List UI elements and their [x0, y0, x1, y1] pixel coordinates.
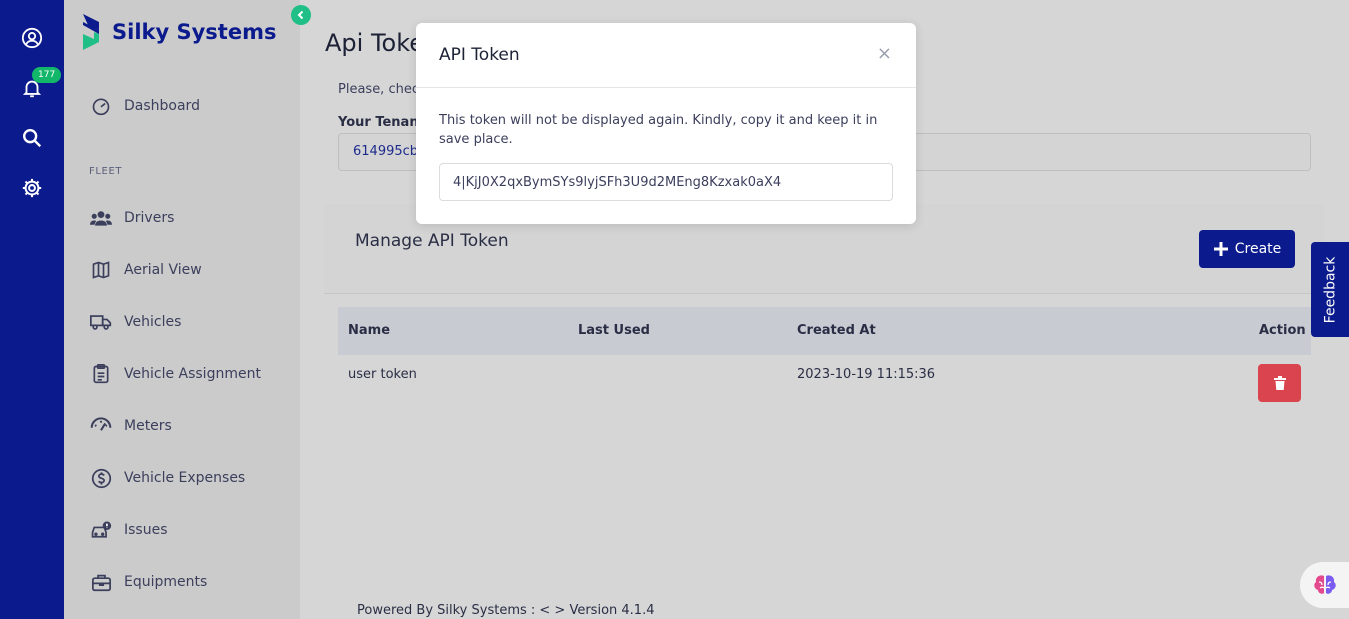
- sidebar-item-label: Vehicles: [124, 314, 182, 330]
- search-icon[interactable]: [20, 126, 44, 150]
- sidebar-item-label: Drivers: [124, 210, 175, 226]
- section-label-fleet: FLEET: [89, 166, 123, 177]
- truck-icon: [90, 311, 112, 333]
- create-button[interactable]: Create: [1199, 230, 1295, 268]
- gauge-icon: [90, 415, 112, 437]
- sidebar-item-label: Equipments: [124, 574, 208, 590]
- assistant-button[interactable]: [1300, 562, 1349, 608]
- car-alert-icon: [90, 519, 112, 541]
- api-token-modal: API Token × This token will not be displ…: [416, 23, 916, 224]
- speedometer-icon: [90, 95, 112, 117]
- token-field[interactable]: [439, 163, 893, 201]
- user-icon[interactable]: [20, 26, 44, 50]
- sidebar-item-vehicle-expenses[interactable]: Vehicle Expenses: [90, 467, 245, 489]
- modal-title: API Token: [439, 45, 520, 65]
- table-row: user token 2023-10-19 11:15:36: [338, 355, 1311, 411]
- create-button-label: Create: [1234, 241, 1282, 257]
- brain-icon: [1314, 575, 1336, 594]
- delete-button[interactable]: [1258, 364, 1301, 402]
- trash-icon: [1273, 376, 1286, 390]
- sidebar-item-issues[interactable]: Issues: [90, 519, 168, 541]
- logo-icon: [83, 14, 99, 50]
- sidebar-item-vehicles[interactable]: Vehicles: [90, 311, 181, 333]
- footer-text: Powered By Silky Systems : < > Version 4…: [357, 603, 655, 618]
- column-header-last-used: Last Used: [578, 323, 650, 338]
- feedback-label: Feedback: [1322, 256, 1339, 323]
- users-icon: [90, 207, 112, 229]
- card-title: Manage API Token: [355, 231, 509, 251]
- clipboard-icon: [90, 363, 112, 385]
- toolbox-icon: [90, 571, 112, 593]
- page-description: Please, check: [338, 82, 427, 97]
- sidebar: Silky Systems Dashboard FLEET Drivers Ae…: [64, 0, 300, 619]
- sidebar-collapse-button[interactable]: [291, 5, 311, 25]
- icon-rail: 177: [0, 0, 64, 619]
- modal-header: API Token ×: [416, 23, 916, 88]
- notification-badge: 177: [32, 67, 62, 83]
- dollar-icon: [90, 467, 112, 489]
- sidebar-item-meters[interactable]: Meters: [90, 415, 172, 437]
- brand[interactable]: Silky Systems: [80, 12, 276, 52]
- plus-icon: [1213, 242, 1228, 256]
- column-header-created-at: Created At: [797, 323, 876, 338]
- table-header: Name Last Used Created At Action: [338, 307, 1311, 355]
- tenant-label: Your Tenant: [338, 115, 425, 130]
- cell-name: user token: [348, 367, 417, 382]
- column-header-action: Action: [1259, 323, 1306, 338]
- sidebar-item-label: Vehicle Expenses: [124, 470, 246, 486]
- sidebar-item-dashboard[interactable]: Dashboard: [90, 95, 200, 117]
- sidebar-item-label: Dashboard: [124, 98, 200, 114]
- gear-icon[interactable]: [20, 176, 44, 200]
- sidebar-item-drivers[interactable]: Drivers: [90, 207, 174, 229]
- chevron-left-icon: [297, 10, 304, 20]
- sidebar-item-label: Issues: [124, 522, 168, 538]
- sidebar-item-aerial-view[interactable]: Aerial View: [90, 259, 202, 281]
- map-icon: [90, 259, 112, 281]
- sidebar-item-label: Meters: [124, 418, 172, 434]
- cell-created-at: 2023-10-19 11:15:36: [797, 367, 936, 382]
- modal-message: This token will not be displayed again. …: [439, 113, 878, 147]
- sidebar-item-vehicle-assignment[interactable]: Vehicle Assignment: [90, 363, 261, 385]
- close-icon[interactable]: ×: [877, 43, 892, 64]
- sidebar-item-equipments[interactable]: Equipments: [90, 571, 207, 593]
- token-table: Name Last Used Created At Action user to…: [338, 307, 1311, 411]
- brand-name: Silky Systems: [112, 20, 277, 44]
- sidebar-item-label: Vehicle Assignment: [124, 366, 261, 382]
- feedback-tab[interactable]: Feedback: [1311, 242, 1349, 337]
- column-header-name: Name: [348, 323, 391, 338]
- sidebar-item-label: Aerial View: [124, 262, 202, 278]
